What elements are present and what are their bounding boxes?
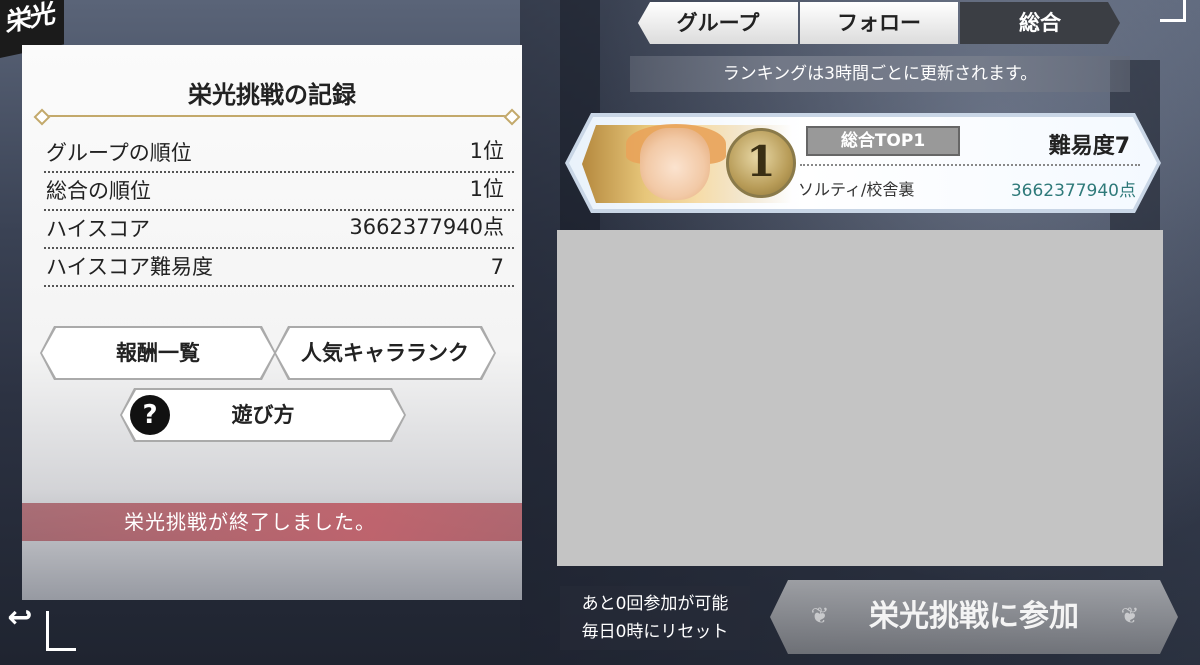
tab-group[interactable]: グループ bbox=[638, 2, 798, 44]
stat-value: 3662377940点 bbox=[349, 215, 504, 239]
entry-score: 3662377940点 bbox=[1010, 181, 1136, 201]
corner-bracket-icon bbox=[1160, 0, 1186, 22]
character-name: ソルティ/校舎裏 bbox=[798, 180, 915, 199]
rewards-list-button[interactable]: 報酬一覧 bbox=[42, 328, 274, 378]
flourish-left-icon: ❦ bbox=[810, 604, 830, 629]
stat-value: 1位 bbox=[469, 177, 504, 201]
flourish-right-icon: ❦ bbox=[1120, 604, 1140, 629]
stat-row-overall-rank: 総合の順位 1位 bbox=[44, 173, 514, 211]
question-icon: ? bbox=[130, 395, 170, 435]
panel-title: 栄光挑戦の記録 bbox=[188, 81, 356, 109]
corner-bracket-icon bbox=[46, 611, 76, 651]
ranking-tabs: グループ フォロー 総合 bbox=[638, 0, 1122, 44]
difficulty-label: 難易度7 bbox=[1048, 134, 1130, 159]
popular-character-rank-button[interactable]: 人気キャラランク bbox=[276, 328, 494, 378]
stat-label: グループの順位 bbox=[46, 141, 192, 165]
character-face bbox=[640, 128, 710, 200]
reset-info: 毎日0時にリセット bbox=[581, 622, 729, 642]
divider bbox=[800, 164, 1140, 166]
record-panel: 栄光挑戦の記録 グループの順位 1位 総合の順位 1位 ハイスコア 366237… bbox=[22, 45, 522, 600]
stat-row-high-score: ハイスコア 3662377940点 bbox=[44, 211, 514, 249]
ranking-list-area bbox=[557, 230, 1163, 566]
tab-follow[interactable]: フォロー bbox=[800, 2, 958, 44]
how-to-play-button[interactable]: ? 遊び方 bbox=[122, 390, 404, 440]
rank-medal-icon: 1 bbox=[726, 128, 796, 198]
how-to-play-label: 遊び方 bbox=[231, 403, 295, 427]
stat-label: ハイスコア難易度 bbox=[46, 255, 213, 279]
stat-label: 総合の順位 bbox=[46, 179, 151, 203]
stat-value: 7 bbox=[490, 255, 504, 279]
back-icon[interactable]: ↩ bbox=[0, 596, 40, 640]
attempts-remaining: あと0回参加が可能 bbox=[581, 594, 729, 614]
stat-row-high-score-difficulty: ハイスコア難易度 7 bbox=[44, 249, 514, 287]
attempts-info: あと0回参加が可能 毎日0時にリセット bbox=[560, 586, 750, 650]
tab-overall[interactable]: 総合 bbox=[960, 2, 1120, 44]
stat-value: 1位 bbox=[469, 139, 504, 163]
divider bbox=[42, 115, 512, 117]
event-ended-banner: 栄光挑戦が終了しました。 bbox=[22, 503, 522, 541]
stat-label: ハイスコア bbox=[46, 217, 150, 241]
update-notice: ランキングは3時間ごとに更新されます。 bbox=[630, 56, 1130, 92]
stat-row-group-rank: グループの順位 1位 bbox=[44, 135, 514, 173]
top-rank-badge: 総合TOP1 bbox=[806, 126, 960, 156]
